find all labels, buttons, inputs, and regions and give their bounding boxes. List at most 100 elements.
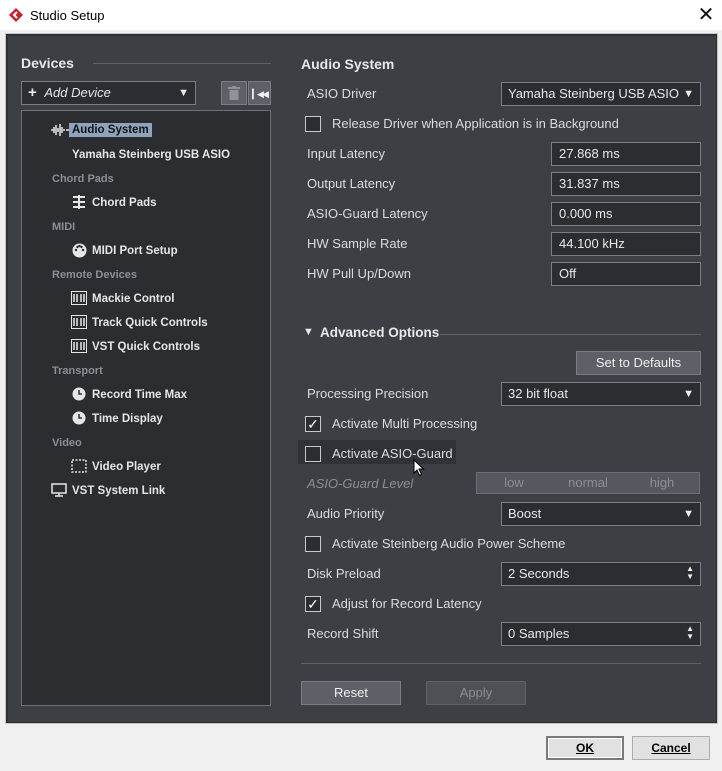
chevron-down-icon: ▼ bbox=[683, 388, 694, 400]
chevron-down-icon: ▼ bbox=[178, 87, 189, 99]
asio-driver-label: ASIO Driver bbox=[307, 86, 377, 101]
title-bar: Studio Setup ✕ bbox=[0, 0, 722, 30]
asio-guard-level-low: low bbox=[504, 475, 524, 490]
tree-item-time-display[interactable]: Time Display bbox=[92, 413, 163, 425]
output-latency-label: Output Latency bbox=[307, 176, 396, 191]
clock-icon bbox=[72, 411, 86, 425]
apply-button[interactable]: Apply bbox=[426, 681, 526, 705]
asio-guard-label: Activate ASIO-Guard bbox=[332, 446, 453, 461]
multi-processing-label: Activate Multi Processing bbox=[332, 416, 478, 431]
skip-back-icon: ▎◀◀ bbox=[252, 89, 269, 99]
spin-arrows-icon[interactable]: ▲ ▼ bbox=[686, 625, 694, 641]
power-scheme-label: Activate Steinberg Audio Power Scheme bbox=[332, 536, 566, 551]
tree-item-vst-quick-controls[interactable]: VST Quick Controls bbox=[92, 341, 200, 353]
clock-icon bbox=[72, 387, 86, 401]
chevron-down-icon: ▼ bbox=[683, 88, 694, 100]
multi-processing-checkbox[interactable]: ✓ bbox=[305, 416, 321, 432]
mixer-icon bbox=[71, 315, 87, 329]
advanced-options-header[interactable]: Advanced Options bbox=[320, 325, 439, 340]
cubase-logo-icon bbox=[9, 8, 23, 22]
mouse-cursor-icon bbox=[413, 459, 425, 477]
devices-separator bbox=[93, 63, 271, 64]
monitor-icon bbox=[51, 483, 67, 497]
set-to-defaults-button[interactable]: Set to Defaults bbox=[576, 351, 701, 375]
tree-category-remote-devices: Remote Devices bbox=[52, 269, 137, 281]
mixer-icon bbox=[71, 339, 87, 353]
release-driver-checkbox[interactable] bbox=[305, 116, 321, 132]
collapse-triangle-icon[interactable]: ▼ bbox=[303, 326, 314, 338]
midi-port-icon bbox=[72, 243, 87, 258]
record-shift-value: 0 Samples bbox=[508, 626, 570, 641]
input-latency-field: 27.868 ms bbox=[551, 142, 701, 166]
power-scheme-checkbox[interactable] bbox=[305, 536, 321, 552]
audio-priority-label: Audio Priority bbox=[307, 506, 385, 521]
processing-precision-dropdown[interactable]: 32 bit float ▼ bbox=[501, 382, 701, 406]
audio-priority-value: Boost bbox=[508, 506, 542, 521]
input-latency-label: Input Latency bbox=[307, 146, 386, 161]
asio-guard-latency-label: ASIO-Guard Latency bbox=[307, 206, 428, 221]
dialog-content: Devices + Add Device ▼ ▎◀◀ Audio System … bbox=[8, 36, 716, 722]
reset-button[interactable]: Reset bbox=[301, 681, 401, 705]
devices-header: Devices bbox=[21, 55, 74, 71]
plus-icon: + bbox=[28, 84, 37, 101]
add-device-dropdown[interactable]: + Add Device ▼ bbox=[21, 81, 196, 105]
window-title: Studio Setup bbox=[30, 8, 105, 23]
hw-sample-rate-field: 44.100 kHz bbox=[551, 232, 701, 256]
audio-priority-dropdown[interactable]: Boost ▼ bbox=[501, 502, 701, 526]
adjust-latency-checkbox[interactable]: ✓ bbox=[305, 596, 321, 612]
asio-driver-dropdown[interactable]: Yamaha Steinberg USB ASIO ▼ bbox=[501, 82, 701, 106]
advanced-separator bbox=[440, 334, 701, 335]
ok-label: OK bbox=[576, 741, 594, 755]
tree-category-transport: Transport bbox=[52, 365, 103, 377]
asio-guard-checkbox[interactable] bbox=[305, 446, 321, 462]
delete-device-button[interactable] bbox=[221, 81, 247, 105]
release-driver-label: Release Driver when Application is in Ba… bbox=[332, 116, 619, 131]
waveform-icon bbox=[51, 124, 69, 136]
tree-item-vst-system-link[interactable]: VST System Link bbox=[72, 485, 165, 497]
tree-item-audio-system[interactable]: Audio System bbox=[69, 123, 152, 137]
spin-arrows-icon[interactable]: ▲ ▼ bbox=[686, 565, 694, 581]
chord-pads-icon bbox=[73, 195, 85, 209]
tree-item-mackie-control[interactable]: Mackie Control bbox=[92, 293, 174, 305]
reset-device-button[interactable]: ▎◀◀ bbox=[248, 81, 271, 105]
asio-guard-level-segmented: low normal high bbox=[476, 472, 700, 494]
asio-guard-level-label: ASIO-Guard Level bbox=[307, 476, 414, 491]
tree-item-video-player[interactable]: Video Player bbox=[92, 461, 161, 473]
tree-category-video: Video bbox=[52, 437, 82, 449]
mixer-icon bbox=[71, 291, 87, 305]
asio-guard-level-high: high bbox=[649, 475, 675, 490]
cancel-button[interactable]: Cancel bbox=[632, 736, 710, 760]
trash-icon bbox=[228, 86, 240, 100]
tree-item-midi-port-setup[interactable]: MIDI Port Setup bbox=[92, 245, 178, 257]
ok-button[interactable]: OK bbox=[546, 736, 624, 760]
tree-category-chord-pads: Chord Pads bbox=[52, 173, 114, 185]
hw-pull-label: HW Pull Up/Down bbox=[307, 266, 412, 281]
hw-pull-field: Off bbox=[551, 262, 701, 286]
disk-preload-label: Disk Preload bbox=[307, 566, 381, 581]
tree-item-record-time-max[interactable]: Record Time Max bbox=[92, 389, 187, 401]
hw-sample-rate-label: HW Sample Rate bbox=[307, 236, 408, 251]
device-tree[interactable]: Audio System Yamaha Steinberg USB ASIO C… bbox=[21, 110, 271, 706]
asio-guard-latency-field: 0.000 ms bbox=[551, 202, 701, 226]
add-device-label: Add Device bbox=[44, 85, 111, 100]
tree-item-chord-pads[interactable]: Chord Pads bbox=[92, 197, 157, 209]
cancel-label: Cancel bbox=[651, 741, 691, 755]
record-shift-spinbox[interactable]: 0 Samples ▲ ▼ bbox=[501, 622, 701, 646]
close-window-button[interactable]: ✕ bbox=[693, 2, 719, 28]
asio-driver-value: Yamaha Steinberg USB ASIO bbox=[508, 86, 680, 101]
bottom-separator bbox=[301, 663, 701, 664]
adjust-latency-label: Adjust for Record Latency bbox=[332, 596, 482, 611]
tree-item-track-quick-controls[interactable]: Track Quick Controls bbox=[92, 317, 208, 329]
disk-preload-value: 2 Seconds bbox=[508, 566, 570, 581]
disk-preload-spinbox[interactable]: 2 Seconds ▲ ▼ bbox=[501, 562, 701, 586]
video-frame-icon bbox=[71, 459, 87, 473]
output-latency-field: 31.837 ms bbox=[551, 172, 701, 196]
tree-item-yamaha-asio[interactable]: Yamaha Steinberg USB ASIO bbox=[72, 149, 230, 161]
processing-precision-label: Processing Precision bbox=[307, 386, 429, 401]
tree-category-midi: MIDI bbox=[52, 221, 76, 233]
record-shift-label: Record Shift bbox=[307, 626, 379, 641]
chevron-down-icon: ▼ bbox=[683, 508, 694, 520]
asio-guard-level-normal: normal bbox=[568, 475, 608, 490]
audio-system-header: Audio System bbox=[301, 56, 395, 72]
processing-precision-value: 32 bit float bbox=[508, 386, 568, 401]
